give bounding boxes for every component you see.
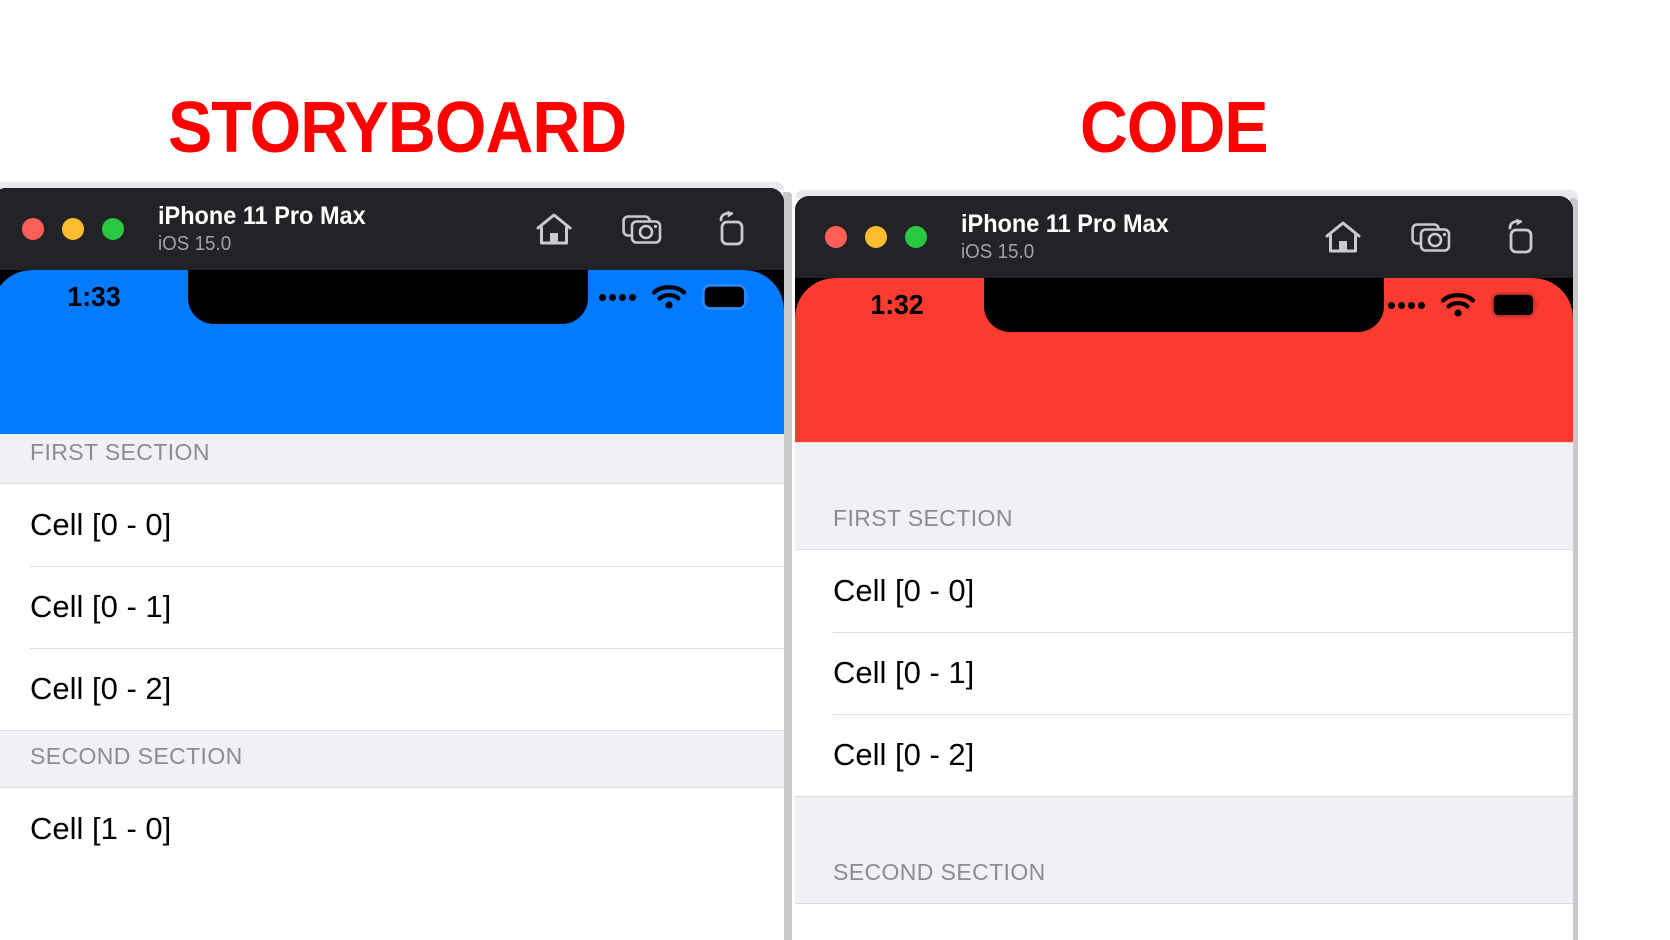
titlebar-actions: [1323, 217, 1539, 257]
close-button[interactable]: [825, 226, 847, 248]
section-header: SECOND SECTION: [0, 730, 784, 788]
traffic-lights: [22, 218, 124, 240]
section-header: SECOND SECTION: [795, 796, 1573, 904]
page-root: STORYBOARD CODE iPhone 11 Pro Max iOS 15…: [0, 0, 1670, 940]
caption-storyboard: STORYBOARD: [168, 88, 627, 168]
maximize-button[interactable]: [102, 218, 124, 240]
traffic-lights: [825, 226, 927, 248]
screenshot-icon[interactable]: [1411, 217, 1451, 257]
caption-code: CODE: [1080, 88, 1269, 168]
table-row[interactable]: Cell [0 - 0]: [795, 550, 1573, 632]
device-screen-area: FIRST SECTION Cell [0 - 0] Cell [0 - 1] …: [795, 278, 1573, 940]
table-row[interactable]: Cell [0 - 1]: [0, 566, 784, 648]
simulator-titlebar: iPhone 11 Pro Max iOS 15.0: [795, 196, 1573, 278]
simulator-window-code[interactable]: iPhone 11 Pro Max iOS 15.0 FIRST SECTION…: [795, 196, 1573, 940]
simulator-window-storyboard[interactable]: iPhone 11 Pro Max iOS 15.0 FIRST SECTION…: [0, 188, 784, 940]
minimize-button[interactable]: [62, 218, 84, 240]
titlebar-actions: [534, 209, 750, 249]
tableview[interactable]: FIRST SECTION Cell [0 - 0] Cell [0 - 1] …: [0, 426, 784, 940]
window-title-block: iPhone 11 Pro Max iOS 15.0: [158, 202, 534, 257]
maximize-button[interactable]: [905, 226, 927, 248]
tableview[interactable]: FIRST SECTION Cell [0 - 0] Cell [0 - 1] …: [795, 442, 1573, 940]
table-row[interactable]: Cell [0 - 2]: [795, 714, 1573, 796]
home-icon[interactable]: [534, 209, 574, 249]
screenshot-icon[interactable]: [622, 209, 662, 249]
table-row[interactable]: Cell [0 - 2]: [0, 648, 784, 730]
home-icon[interactable]: [1323, 217, 1363, 257]
table-row[interactable]: Cell [1 - 0]: [0, 788, 784, 870]
section-header: FIRST SECTION: [0, 426, 784, 484]
close-button[interactable]: [22, 218, 44, 240]
window-title-block: iPhone 11 Pro Max iOS 15.0: [961, 210, 1323, 265]
table-row[interactable]: Cell [0 - 0]: [0, 484, 784, 566]
rotate-icon[interactable]: [1499, 217, 1539, 257]
window-edge-left: [783, 192, 792, 940]
table-row[interactable]: Cell [0 - 1]: [795, 632, 1573, 714]
ios-screen: FIRST SECTION Cell [0 - 0] Cell [0 - 1] …: [795, 278, 1573, 940]
section-header: FIRST SECTION: [795, 442, 1573, 550]
window-title: iPhone 11 Pro Max: [158, 201, 366, 230]
window-title: iPhone 11 Pro Max: [961, 209, 1169, 238]
ios-screen: FIRST SECTION Cell [0 - 0] Cell [0 - 1] …: [0, 270, 784, 940]
device-notch: [984, 278, 1384, 332]
window-subtitle: iOS 15.0: [961, 241, 1035, 264]
window-subtitle: iOS 15.0: [158, 233, 232, 256]
simulator-titlebar: iPhone 11 Pro Max iOS 15.0: [0, 188, 784, 270]
device-notch: [188, 270, 588, 324]
minimize-button[interactable]: [865, 226, 887, 248]
rotate-icon[interactable]: [710, 209, 750, 249]
device-screen-area: FIRST SECTION Cell [0 - 0] Cell [0 - 1] …: [0, 270, 784, 940]
